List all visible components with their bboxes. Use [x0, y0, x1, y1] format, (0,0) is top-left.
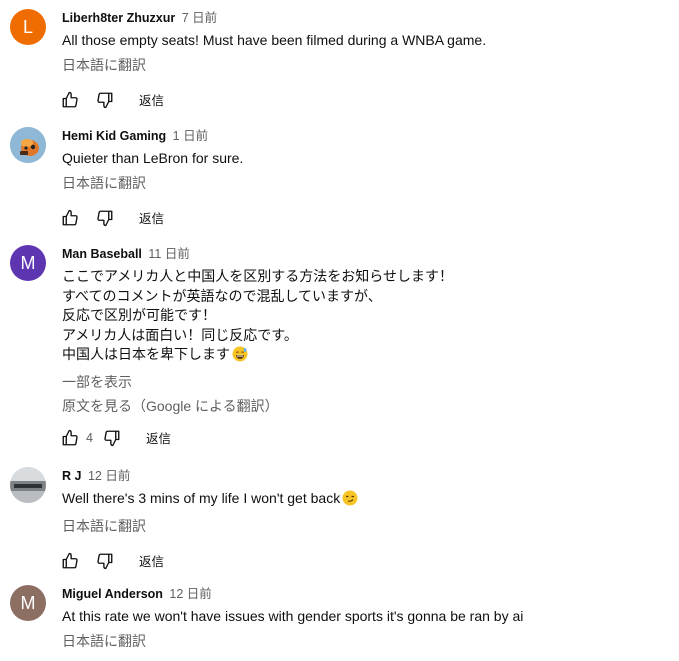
comment-header: Liberh8ter Zhuzxur 7 日前	[62, 9, 669, 27]
thumbs-down-icon	[104, 430, 120, 446]
comment-body: Hemi Kid Gaming 1 日前 Quieter than LeBron…	[62, 127, 669, 230]
dislike-button[interactable]	[95, 208, 115, 228]
show-more-link[interactable]: 一部を表示	[62, 372, 669, 392]
like-button[interactable]	[60, 90, 80, 110]
dislike-button[interactable]	[95, 551, 115, 571]
thumbs-up-icon	[62, 552, 78, 568]
author-name[interactable]: R J	[62, 469, 81, 483]
avatar-letter: M	[20, 592, 36, 613]
comment-body: Liberh8ter Zhuzxur 7 日前 All those empty …	[62, 9, 669, 112]
avatar[interactable]: M	[10, 245, 46, 281]
avatar[interactable]	[10, 467, 46, 503]
thumbs-up-icon	[62, 91, 78, 107]
comment-actions: 返信	[60, 549, 669, 573]
comment-text: Quieter than LeBron for sure.	[62, 150, 244, 166]
smirking-face-emoji-icon	[342, 490, 358, 512]
dislike-button[interactable]	[95, 90, 115, 110]
grinning-sweat-emoji-icon	[232, 346, 248, 368]
thumbs-down-icon	[97, 92, 113, 108]
comment-header: Hemi Kid Gaming 1 日前	[62, 127, 669, 145]
reply-button[interactable]: 返信	[139, 208, 164, 227]
comment-text: Well there's 3 mins of my life I won't g…	[62, 489, 669, 512]
translate-link[interactable]: 日本語に翻訳	[62, 631, 669, 651]
like-count: 4	[86, 430, 93, 445]
comment-actions: 返信	[60, 88, 669, 112]
reply-button[interactable]: 返信	[139, 90, 164, 109]
photo-avatar-icon	[10, 467, 46, 503]
dislike-button[interactable]	[102, 428, 122, 448]
comment-time[interactable]: 1 日前	[173, 129, 208, 143]
translate-link[interactable]: 日本語に翻訳	[62, 516, 669, 536]
translate-link[interactable]: 日本語に翻訳	[62, 55, 669, 75]
comment-text: All those empty seats! Must have been fi…	[62, 32, 487, 48]
like-button[interactable]	[60, 428, 80, 448]
comment-body: Man Baseball 11 日前 ここでアメリカ人と中国人を区別する方法をお…	[62, 245, 669, 450]
comment-body: Miguel Anderson 12 日前 At this rate we wo…	[62, 585, 669, 651]
game-character-avatar-icon	[10, 127, 46, 163]
comment-header: Miguel Anderson 12 日前	[62, 585, 669, 603]
avatar-letter: M	[20, 252, 36, 273]
thumbs-down-icon	[97, 553, 113, 569]
avatar-letter: L	[22, 16, 33, 37]
comment-text-content: ここでアメリカ人と中国人を区別する方法をお知らせします！ すべてのコメントが英語…	[62, 268, 454, 362]
reply-button[interactable]: 返信	[139, 551, 164, 570]
comment-time[interactable]: 12 日前	[88, 469, 130, 483]
comment-text: ここでアメリカ人と中国人を区別する方法をお知らせします！ すべてのコメントが英語…	[62, 267, 669, 368]
comment-time[interactable]: 7 日前	[182, 11, 217, 25]
comment-header: Man Baseball 11 日前	[62, 245, 669, 263]
comment-text: At this rate we won't have issues with g…	[62, 608, 524, 624]
author-name[interactable]: Man Baseball	[62, 247, 142, 261]
comment-header: R J 12 日前	[62, 467, 669, 485]
thumbs-up-icon	[62, 429, 78, 445]
author-name[interactable]: Liberh8ter Zhuzxur	[62, 11, 175, 25]
comment-time[interactable]: 12 日前	[169, 587, 211, 601]
reply-button[interactable]: 返信	[146, 428, 171, 447]
see-original-link[interactable]: 原文を見る（Google による翻訳）	[62, 396, 669, 416]
like-button[interactable]	[60, 551, 80, 571]
comment-text-content: Well there's 3 mins of my life I won't g…	[62, 490, 341, 506]
comment-actions: 返信	[60, 206, 669, 230]
translate-link[interactable]: 日本語に翻訳	[62, 173, 669, 193]
avatar[interactable]	[10, 127, 46, 163]
author-name[interactable]: Miguel Anderson	[62, 587, 163, 601]
author-name[interactable]: Hemi Kid Gaming	[62, 129, 166, 143]
like-button[interactable]	[60, 208, 80, 228]
avatar[interactable]: M	[10, 585, 46, 621]
thumbs-down-icon	[97, 210, 113, 226]
thumbs-up-icon	[62, 209, 78, 225]
comment-time[interactable]: 11 日前	[148, 247, 189, 261]
avatar[interactable]: L	[10, 9, 46, 45]
comment-actions: 4 返信	[60, 426, 669, 450]
comment-body: R J 12 日前 Well there's 3 mins of my life…	[62, 467, 669, 573]
